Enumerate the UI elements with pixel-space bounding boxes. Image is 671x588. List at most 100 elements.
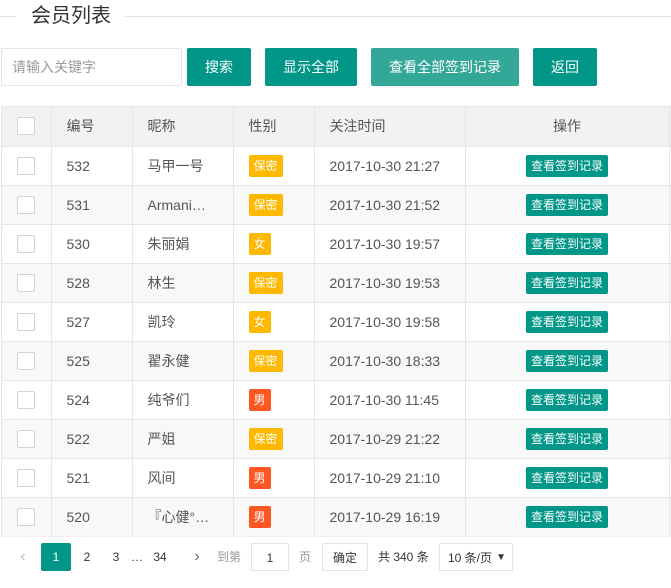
table-row: 532 马甲一号 保密 2017-10-30 21:27 查看签到记录 xyxy=(2,146,671,186)
row-select-cell xyxy=(2,380,52,420)
gender-badge: 女 xyxy=(248,310,271,333)
row-select-cell xyxy=(2,458,52,498)
row-checkbox[interactable] xyxy=(17,429,36,448)
row-select-cell xyxy=(2,263,52,303)
legend-divider-left xyxy=(0,16,16,17)
cell-id: 520 xyxy=(51,497,133,536)
row-checkbox[interactable] xyxy=(17,390,36,409)
cell-follow-time: 2017-10-30 11:45 xyxy=(314,380,466,420)
cell-action: 查看签到记录 xyxy=(465,419,670,459)
show-all-button[interactable]: 显示全部 xyxy=(265,48,357,86)
row-checkbox[interactable] xyxy=(17,312,36,331)
view-checkin-button[interactable]: 查看签到记录 xyxy=(525,466,608,489)
cell-action: 查看签到记录 xyxy=(465,380,670,420)
cell-gender: 保密 xyxy=(233,419,315,459)
cell-nickname: 纯爷们 xyxy=(132,380,234,420)
view-checkin-button[interactable]: 查看签到记录 xyxy=(525,349,608,372)
row-checkbox[interactable] xyxy=(17,195,36,214)
table-row: 522 严姐 保密 2017-10-29 21:22 查看签到记录 xyxy=(2,419,671,459)
member-table-container: 编号 昵称 性别 关注时间 操作 532 马甲一号 保密 2017-10-30 21:… xyxy=(1,106,671,536)
page-legend: 会员列表 xyxy=(0,0,671,30)
goto-confirm-button[interactable]: 确定 xyxy=(322,543,368,571)
row-select-cell xyxy=(2,146,52,186)
cell-follow-time: 2017-10-29 21:10 xyxy=(314,458,466,498)
row-select-cell xyxy=(2,302,52,342)
cell-action: 查看签到记录 xyxy=(465,263,670,303)
cell-follow-time: 2017-10-30 18:33 xyxy=(314,341,466,381)
page-title: 会员列表 xyxy=(31,5,111,27)
view-checkin-button[interactable]: 查看签到记录 xyxy=(525,427,608,450)
cell-id: 527 xyxy=(51,302,133,342)
goto-label: 到第 xyxy=(217,550,242,564)
cell-action: 查看签到记录 xyxy=(465,224,670,264)
back-button[interactable]: 返回 xyxy=(533,48,597,86)
gender-badge: 男 xyxy=(248,505,271,528)
table-row: 530 朱丽娟女 2017-10-30 19:57 查看签到记录 xyxy=(2,224,671,264)
view-checkin-button[interactable]: 查看签到记录 xyxy=(525,154,608,177)
cell-gender: 女 xyxy=(233,224,315,264)
cell-follow-time: 2017-10-29 16:19 xyxy=(314,497,466,536)
view-checkin-button[interactable]: 查看签到记录 xyxy=(525,505,608,528)
gender-badge: 保密 xyxy=(248,193,283,216)
table-row: 527 凯玲女 2017-10-30 19:58 查看签到记录 xyxy=(2,302,671,342)
cell-gender: 保密 xyxy=(233,341,315,381)
header-id: 编号 xyxy=(51,107,133,147)
cell-follow-time: 2017-10-30 19:57 xyxy=(314,224,466,264)
row-checkbox[interactable] xyxy=(17,156,36,175)
cell-nickname: 马甲一号 xyxy=(132,146,234,186)
cell-gender: 男 xyxy=(233,380,315,420)
header-follow-time: 关注时间 xyxy=(314,107,466,147)
goto-page-input[interactable]: 1 xyxy=(251,543,289,571)
select-all-checkbox[interactable] xyxy=(17,117,36,136)
page-size-select[interactable]: 10 条/页 ▼ xyxy=(439,543,513,571)
view-all-checkin-button[interactable]: 查看全部签到记录 xyxy=(371,48,519,86)
chevron-right-icon[interactable]: › xyxy=(188,543,206,571)
cell-follow-time: 2017-10-29 21:22 xyxy=(314,419,466,459)
view-checkin-button[interactable]: 查看签到记录 xyxy=(525,310,608,333)
row-checkbox[interactable] xyxy=(17,351,36,370)
toolbar: 搜索 显示全部 查看全部签到记录 返回 xyxy=(0,46,671,86)
table-row: 525 翟永健 保密 2017-10-30 18:33 查看签到记录 xyxy=(2,341,671,381)
page-1-button[interactable]: 1 xyxy=(41,543,71,571)
page-2-button[interactable]: 2 xyxy=(72,543,102,571)
row-checkbox[interactable] xyxy=(17,273,36,292)
row-checkbox[interactable] xyxy=(17,468,36,487)
table-header-row: 编号 昵称 性别 关注时间 操作 xyxy=(2,107,671,147)
cell-action: 查看签到记录 xyxy=(465,458,670,498)
page-34-button[interactable]: 34 xyxy=(145,543,175,571)
view-checkin-button[interactable]: 查看签到记录 xyxy=(525,271,608,294)
search-input[interactable] xyxy=(1,48,182,86)
cell-nickname: 严姐 xyxy=(132,419,234,459)
gender-badge: 保密 xyxy=(248,271,283,294)
cell-follow-time: 2017-10-30 19:53 xyxy=(314,263,466,303)
view-checkin-button[interactable]: 查看签到记录 xyxy=(525,193,608,216)
legend-divider-right xyxy=(124,16,671,17)
table-row: 521 风间男 2017-10-29 21:10 查看签到记录 xyxy=(2,458,671,498)
gender-badge: 保密 xyxy=(248,427,283,450)
view-checkin-button[interactable]: 查看签到记录 xyxy=(525,232,608,255)
cell-nickname: 朱丽娟 xyxy=(132,224,234,264)
cell-id: 532 xyxy=(51,146,133,186)
row-select-cell xyxy=(2,419,52,459)
cell-gender: 男 xyxy=(233,497,315,536)
table-row: 524 纯爷们男 2017-10-30 11:45 查看签到记录 xyxy=(2,380,671,420)
cell-action: 查看签到记录 xyxy=(465,185,670,225)
gender-badge: 保密 xyxy=(248,154,283,177)
chevron-left-icon[interactable]: ‹ xyxy=(14,543,32,571)
row-checkbox[interactable] xyxy=(17,234,36,253)
cell-id: 521 xyxy=(51,458,133,498)
cell-gender: 保密 xyxy=(233,146,315,186)
row-select-cell xyxy=(2,185,52,225)
table-body: 532 马甲一号 保密 2017-10-30 21:27 查看签到记录 531 Armani… xyxy=(2,146,671,536)
cell-gender: 保密 xyxy=(233,263,315,303)
cell-nickname: 『心健°… xyxy=(132,497,234,536)
view-checkin-button[interactable]: 查看签到记录 xyxy=(525,388,608,411)
cell-gender: 保密 xyxy=(233,185,315,225)
cell-follow-time: 2017-10-30 21:27 xyxy=(314,146,466,186)
page-3-button[interactable]: 3 xyxy=(101,543,131,571)
cell-id: 531 xyxy=(51,185,133,225)
header-nickname: 昵称 xyxy=(132,107,234,147)
row-select-cell xyxy=(2,497,52,536)
row-checkbox[interactable] xyxy=(17,507,36,526)
search-button[interactable]: 搜索 xyxy=(187,48,251,86)
